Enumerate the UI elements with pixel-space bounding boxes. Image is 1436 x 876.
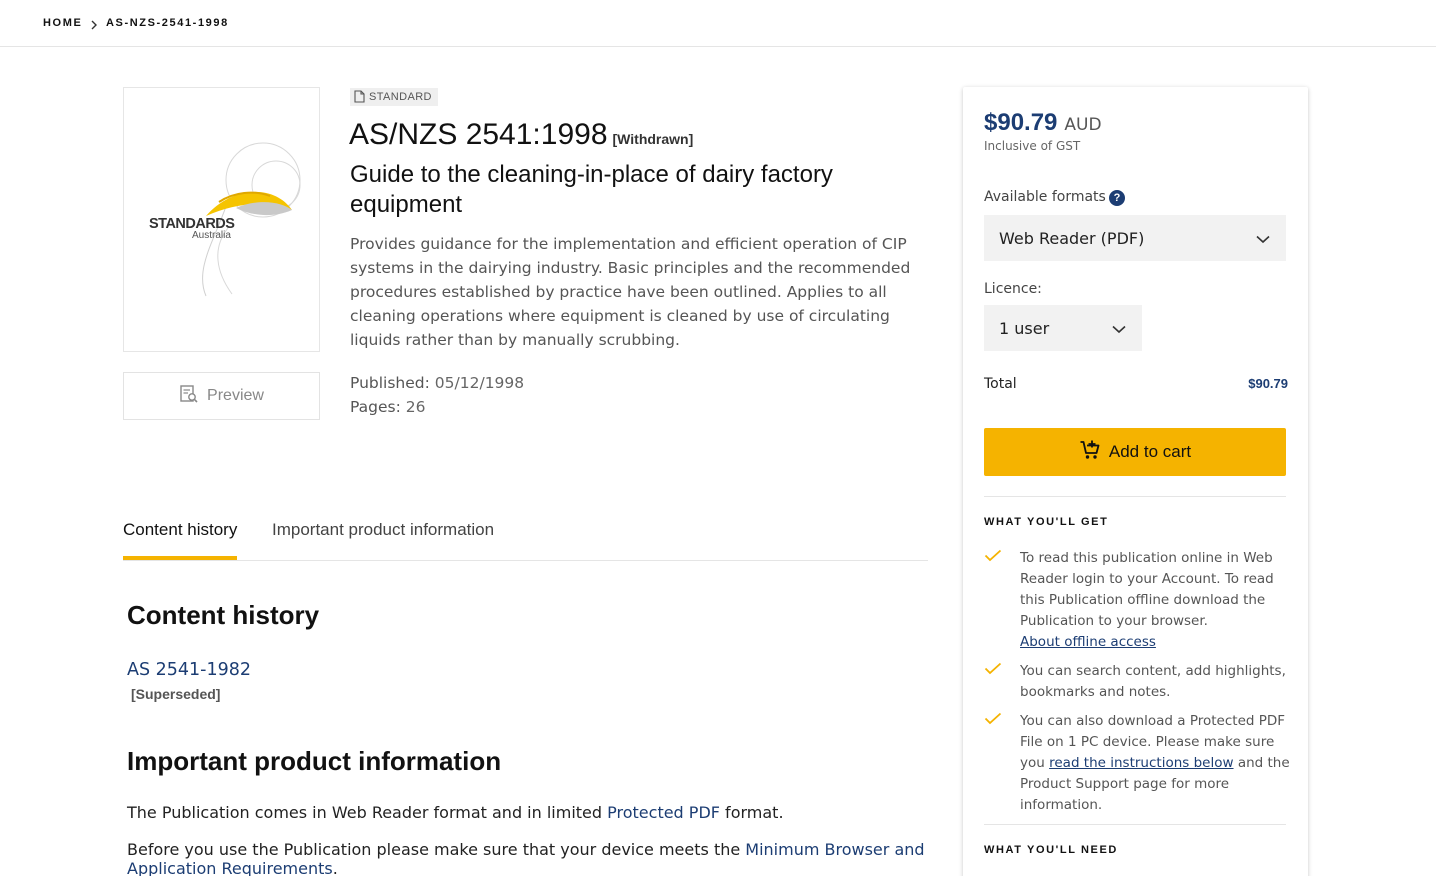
licence-select[interactable]: 1 user (984, 305, 1142, 351)
product-tabs: Content history Important product inform… (123, 510, 928, 561)
check-icon (984, 711, 1002, 730)
published-value: 05/12/1998 (434, 374, 525, 392)
p1-text-after: format. (719, 803, 784, 822)
offline-access-link[interactable]: About offline access (1020, 634, 1156, 650)
tab-important-product-information[interactable]: Important product information (272, 520, 494, 560)
gst-note: Inclusive of GST (984, 139, 1081, 153)
benefit-1-text: To read this publication online in Web R… (1020, 550, 1274, 629)
preview-label: Preview (207, 387, 264, 404)
product-description: Provides guidance for the implementation… (350, 235, 911, 349)
p2-text-after: . (332, 859, 338, 876)
published-date: Published: 05/12/1998 (350, 374, 524, 392)
pages-label: Pages: (350, 398, 401, 416)
cart-plus-icon (1079, 439, 1101, 465)
product-code: AS/NZS 2541:1998 (349, 118, 608, 151)
what-you-need-heading: WHAT YOU'LL NEED (984, 844, 1118, 856)
breadcrumb-current: AS-NZS-2541-1998 (106, 17, 229, 29)
question-icon[interactable]: ? (1109, 190, 1125, 206)
benefit-text: To read this publication online in Web R… (1020, 548, 1290, 653)
chevron-right-icon (90, 16, 98, 35)
price-amount: $90.79 (984, 109, 1058, 136)
history-item-link[interactable]: AS 2541-1982 (127, 660, 251, 680)
p2-text-before: Before you use the Publication please ma… (127, 840, 746, 859)
pages-value: 26 (405, 398, 426, 416)
total-value: $90.79 (1248, 376, 1288, 391)
divider (984, 824, 1286, 825)
important-info-paragraph-2: Before you use the Publication please ma… (127, 840, 927, 876)
preview-search-icon (179, 384, 199, 408)
benefit-text: You can also download a Protected PDF Fi… (1020, 711, 1290, 816)
important-info-heading: Important product information (127, 746, 502, 776)
price-currency: AUD (1064, 115, 1102, 135)
published-label: Published: (350, 374, 430, 392)
formats-label: Available formats (984, 189, 1106, 205)
check-icon (984, 548, 1002, 567)
p1-text-before: The Publication comes in Web Reader form… (127, 803, 608, 822)
breadcrumb: HOME AS-NZS-2541-1998 (0, 0, 1436, 47)
format-select-value: Web Reader (PDF) (999, 228, 1145, 248)
what-you-get-heading: WHAT YOU'LL GET (984, 516, 1109, 528)
format-select[interactable]: Web Reader (PDF) (984, 215, 1286, 261)
tab-content-history[interactable]: Content history (123, 520, 238, 560)
divider (984, 496, 1286, 497)
benefit-text: You can search content, add highlights, … (1020, 663, 1286, 700)
product-heading: AS/NZS 2541:1998 [Withdrawn] (349, 118, 693, 152)
check-icon (984, 661, 1002, 680)
document-icon (354, 88, 365, 107)
read-instructions-link[interactable]: read the instructions below (1049, 755, 1233, 771)
product-title: Guide to the cleaning-in-place of dairy … (350, 161, 833, 218)
chevron-down-icon (1256, 229, 1270, 248)
add-to-cart-button[interactable]: Add to cart (984, 428, 1286, 476)
purchase-panel: $90.79 AUD Inclusive of GST Available fo… (963, 87, 1308, 876)
product-type-label: STANDARD (369, 91, 432, 103)
page-count: Pages: 26 (350, 398, 426, 416)
breadcrumb-home-link[interactable]: HOME (43, 17, 82, 29)
history-item-status: [Superseded] (131, 686, 221, 702)
protected-pdf-link[interactable]: Protected PDF (607, 803, 720, 822)
important-info-paragraph-1: The Publication comes in Web Reader form… (127, 803, 927, 822)
licence-label: Licence: (984, 281, 1042, 297)
product-cover-image: STANDARDS Australia (123, 87, 320, 352)
add-to-cart-label: Add to cart (1108, 442, 1192, 461)
preview-button[interactable]: Preview (123, 372, 320, 420)
total-label: Total (984, 376, 1017, 392)
chevron-down-icon (1112, 319, 1126, 338)
product-status: [Withdrawn] (612, 131, 694, 147)
content-history-heading: Content history (127, 600, 320, 630)
price: $90.79 AUD (984, 109, 1102, 137)
licence-select-value: 1 user (999, 318, 1050, 338)
cover-logo-subtext: Australia (192, 230, 231, 241)
product-type-badge: STANDARD (350, 88, 438, 106)
